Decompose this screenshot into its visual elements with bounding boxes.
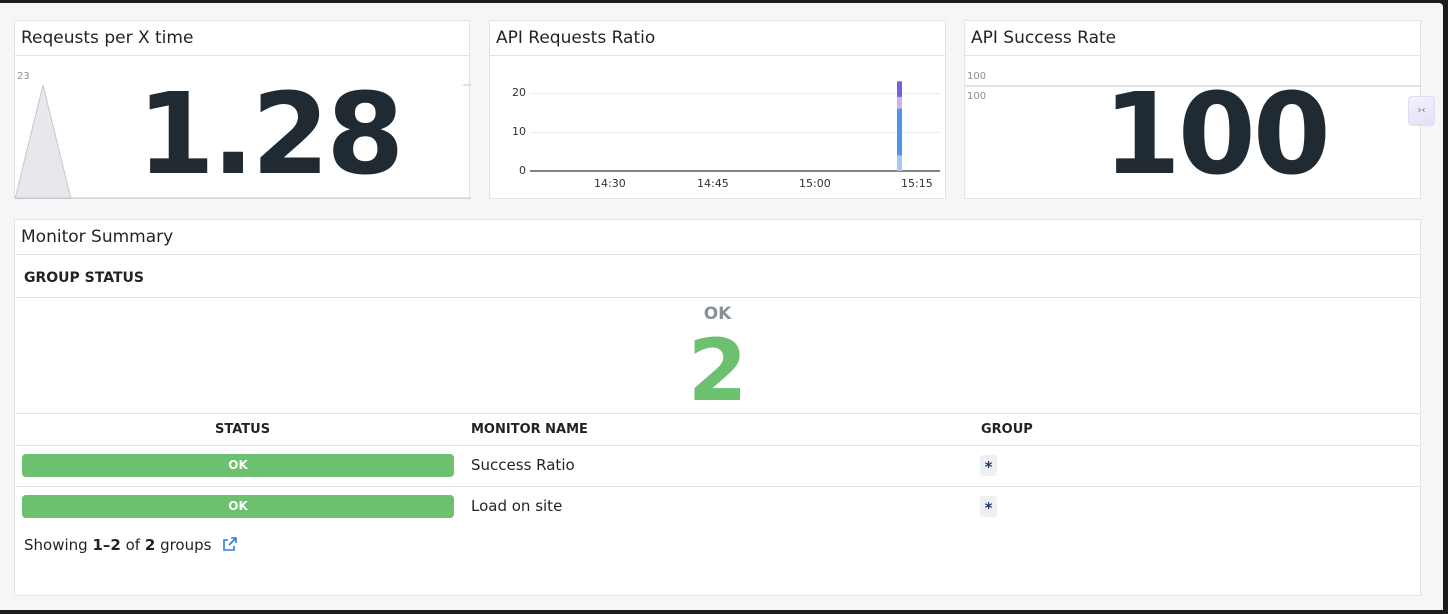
pagination-total: 2 [144, 536, 156, 554]
pagination-of: of [125, 536, 141, 554]
column-header-group[interactable]: GROUP [981, 422, 1033, 437]
requests-widget[interactable]: Reqeusts per X time 23 0 1.28 [14, 20, 471, 200]
ratio-widget[interactable]: API Requests Ratio 20 10 0 14:30 14:45 1… [489, 20, 946, 199]
external-link-icon[interactable] [222, 536, 238, 556]
pagination-prefix: Showing [24, 536, 88, 554]
status-badge: OK [22, 495, 454, 518]
pagination-range: 1–2 [92, 536, 121, 554]
column-header-monitor-name[interactable]: MONITOR NAME [471, 422, 588, 437]
ratio-bar-segment[interactable] [897, 81, 902, 97]
requests-widget-title: Reqeusts per X time [15, 21, 469, 56]
group-tag: * [980, 496, 997, 517]
ratio-widget-title: API Requests Ratio [490, 21, 945, 56]
monitor-summary-widget[interactable]: Monitor Summary GROUP STATUS OK 2 STATUS… [14, 219, 1421, 596]
ratio-chart-plot [530, 81, 940, 172]
collapse-arrows-icon[interactable]: ›‹ [1408, 96, 1435, 126]
requests-value: 1.28 [137, 70, 404, 200]
table-header-row: STATUS MONITOR NAME GROUP [15, 413, 1420, 445]
status-badge: OK [22, 454, 454, 477]
status-summary-count: 2 [687, 321, 748, 421]
table-row[interactable]: OK Load on site * [15, 486, 1420, 528]
success-widget[interactable]: API Success Rate 100 100 100 [964, 20, 1421, 199]
monitor-name-link[interactable]: Success Ratio [471, 456, 575, 474]
success-value: 100 [1103, 70, 1331, 200]
table-row[interactable]: OK Success Ratio * [15, 445, 1420, 487]
ratio-y-tick: 10 [512, 125, 526, 138]
group-status-label: GROUP STATUS [24, 270, 144, 286]
ratio-bar-segment[interactable] [897, 108, 902, 156]
pagination-summary: Showing 1–2 of 2 groups [24, 536, 238, 556]
group-status-section: GROUP STATUS [15, 255, 1420, 298]
monitor-name-link[interactable]: Load on site [471, 497, 562, 515]
ratio-y-tick: 0 [519, 164, 526, 177]
ratio-x-tick: 14:30 [594, 177, 626, 190]
success-widget-title: API Success Rate [965, 21, 1420, 56]
ratio-y-tick: 20 [512, 86, 526, 99]
ratio-x-tick: 15:00 [799, 177, 831, 190]
pagination-suffix: groups [160, 536, 212, 554]
monitor-summary-title: Monitor Summary [15, 220, 1420, 255]
dashboard-canvas: Reqeusts per X time 23 0 1.28 API Reques… [0, 3, 1443, 610]
column-header-status[interactable]: STATUS [215, 422, 270, 437]
ratio-bar-segment[interactable] [897, 155, 902, 171]
ratio-bar-segment[interactable] [897, 96, 902, 109]
ratio-x-tick: 15:15 [901, 177, 933, 190]
ratio-x-tick: 14:45 [697, 177, 729, 190]
group-tag: * [980, 455, 997, 476]
